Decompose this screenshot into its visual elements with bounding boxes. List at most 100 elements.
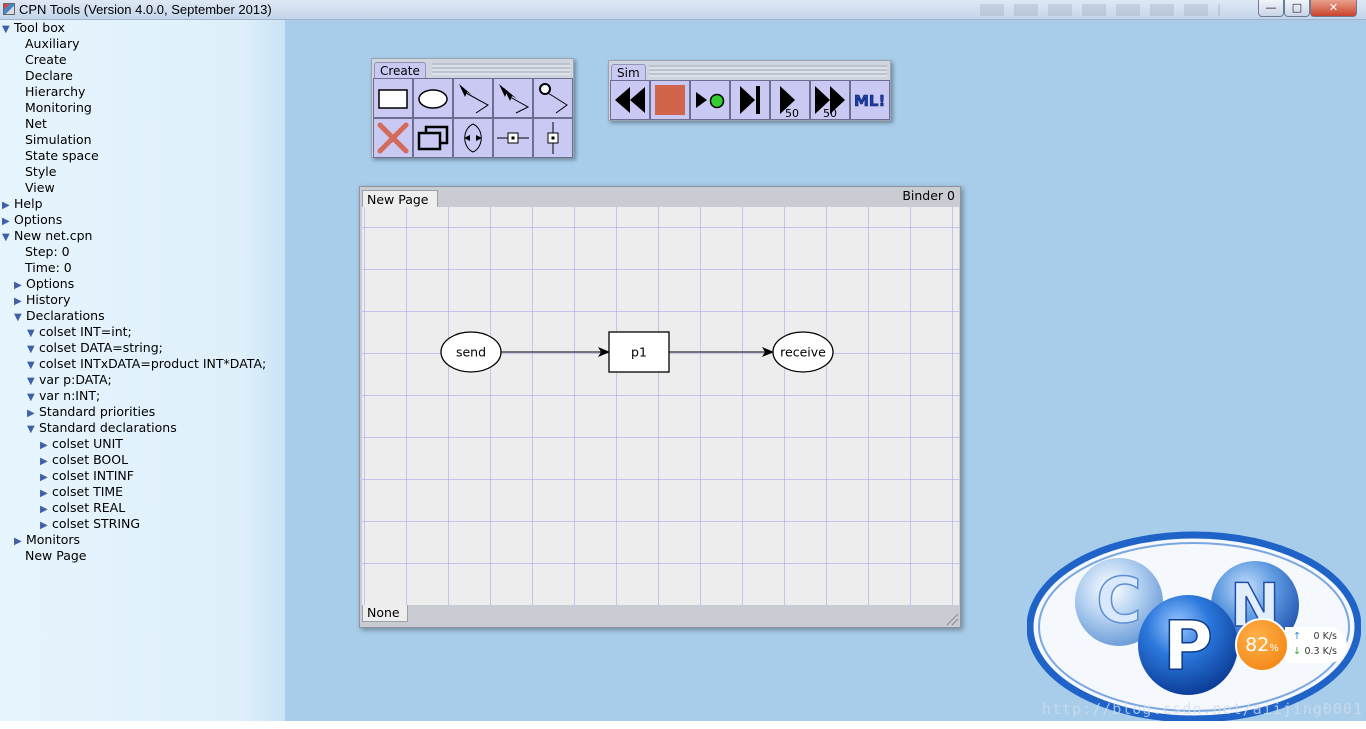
vertical-guide-icon [547, 122, 559, 154]
tree-monitors[interactable]: ▶ Monitors [14, 532, 80, 548]
download-rate: 0.3 K/s [1304, 646, 1337, 657]
tree-history[interactable]: ▶ History [14, 292, 70, 308]
page-tab[interactable]: New Page [362, 190, 438, 208]
arc-tool[interactable] [453, 78, 493, 118]
ml-evaluate-tool[interactable]: ML! [850, 80, 890, 120]
palette-drag-handle[interactable] [432, 63, 570, 75]
create-palette-tab[interactable]: Create [374, 62, 426, 78]
tree-std-decl[interactable]: ▶ colset TIME [40, 484, 123, 500]
download-arrow-icon: ↓ [1293, 646, 1301, 657]
usage-badge[interactable]: 82% [1235, 618, 1289, 672]
tree-standard-declarations[interactable]: ▼ Standard declarations [27, 420, 177, 436]
app-icon [3, 3, 15, 15]
rewind-tool[interactable] [610, 80, 650, 120]
vertex-tool[interactable] [533, 78, 573, 118]
tree-declaration[interactable]: ▼ colset INTxDATA=product INT*DATA; [27, 356, 266, 372]
tree-declaration[interactable]: ▼ colset INT=int; [27, 324, 132, 340]
logo-letter-c: C [1096, 564, 1142, 637]
tree-toolbox-item[interactable]: Declare [25, 68, 73, 84]
tree-toolbox-item[interactable]: Auxiliary [25, 36, 80, 52]
ml-label: ML! [854, 92, 885, 110]
step-tool[interactable] [730, 80, 770, 120]
horizontal-guide-tool[interactable] [493, 118, 533, 158]
arc-icon [459, 84, 489, 114]
tree-std-decl[interactable]: ▶ colset INTINF [40, 468, 134, 484]
tree-page[interactable]: New Page [25, 548, 87, 564]
tree-std-decl[interactable]: ▶ colset REAL [40, 500, 125, 516]
place-receive[interactable]: receive [772, 331, 834, 373]
tree-toolbox-item[interactable]: View [25, 180, 55, 196]
tree-declaration[interactable]: ▼ var p:DATA; [27, 372, 112, 388]
binder-window[interactable]: Binder 0 New Page send p1 receive None [359, 186, 961, 628]
resize-grip-icon[interactable] [945, 612, 959, 626]
sim-palette[interactable]: Sim 50 50 ML! [608, 60, 891, 121]
tree-toolbox-item[interactable]: State space [25, 148, 99, 164]
watermark-url: http://blog.csdn.net/aiijing0001 [1042, 700, 1363, 718]
tree-options[interactable]: ▶ Options [2, 212, 62, 228]
palette-drag-handle[interactable] [649, 65, 887, 77]
tree-std-decl[interactable]: ▶ colset UNIT [40, 436, 123, 452]
play-single-icon [696, 92, 725, 109]
clone-tool[interactable] [413, 118, 453, 158]
reverse-arc-tool[interactable] [453, 118, 493, 158]
logo-letter-p: P [1163, 607, 1213, 686]
tree-toolbox[interactable]: ▼ Tool box [2, 20, 65, 36]
expanded-arrow-icon: ▼ [14, 312, 22, 323]
tree-help[interactable]: ▶ Help [2, 196, 43, 212]
rectangle-tool[interactable] [373, 78, 413, 118]
tree-std-decl[interactable]: ▶ colset BOOL [40, 452, 128, 468]
minimize-button[interactable]: — [1258, 0, 1284, 17]
place-send[interactable]: send [440, 331, 502, 373]
play-n-tool[interactable]: 50 [770, 80, 810, 120]
ellipse-tool[interactable] [413, 78, 453, 118]
sim-palette-tab[interactable]: Sim [611, 64, 646, 80]
double-arc-tool[interactable] [493, 78, 533, 118]
maximize-button[interactable]: □ [1284, 0, 1310, 17]
tree-declaration[interactable]: ▼ var n:INT; [27, 388, 100, 404]
reverse-arc-icon [464, 123, 482, 153]
vertex-icon [539, 83, 568, 114]
delete-tool[interactable] [373, 118, 413, 158]
expanded-arrow-icon: ▼ [2, 232, 10, 243]
tree-toolbox-item[interactable]: Create [25, 52, 67, 68]
tree-toolbox-item[interactable]: Style [25, 164, 56, 180]
tree-toolbox-item[interactable]: Simulation [25, 132, 92, 148]
title-bar-blurred-content [980, 4, 1220, 16]
vertical-guide-tool[interactable] [533, 118, 573, 158]
tree-net[interactable]: ▼ New net.cpn [2, 228, 92, 244]
net-canvas[interactable]: send p1 receive [362, 207, 959, 605]
bottom-strip [0, 721, 1366, 729]
title-bar: CPN Tools (Version 4.0.0, September 2013… [0, 0, 1366, 20]
ml-evaluate-icon: ML! [854, 92, 886, 111]
tree-toolbox-item[interactable]: Net [25, 116, 47, 132]
place-label: receive [780, 345, 826, 360]
expanded-arrow-icon: ▼ [2, 24, 10, 35]
tree-declaration[interactable]: ▼ colset DATA=string; [27, 340, 163, 356]
tree-toolbox-item[interactable]: Hierarchy [25, 84, 85, 100]
network-speed-widget[interactable]: ↑ 0 K/s ↓ 0.3 K/s 82% [1235, 618, 1349, 672]
transition-label: p1 [631, 345, 647, 360]
ellipse-icon [418, 89, 448, 109]
transition-p1[interactable]: p1 [608, 331, 670, 373]
window-title: CPN Tools (Version 4.0.0, September 2013… [19, 2, 272, 17]
status-tab[interactable]: None [362, 605, 408, 622]
index-panel: ▼ Tool box Auxiliary Create Declare Hiera… [0, 20, 285, 721]
stop-tool[interactable] [650, 80, 690, 120]
create-palette[interactable]: Create [371, 58, 574, 158]
fast-forward-icon: 50 [815, 86, 845, 119]
tree-std-decl[interactable]: ▶ colset STRING [40, 516, 140, 532]
binder-title: Binder 0 [902, 188, 955, 203]
tree-declarations[interactable]: ▼ Declarations [14, 308, 105, 324]
tree-net-options[interactable]: ▶ Options [14, 276, 74, 292]
net-diagram[interactable]: send p1 receive [362, 207, 959, 605]
tree-standard-priorities[interactable]: ▶ Standard priorities [27, 404, 155, 420]
usage-percent: 82 [1245, 634, 1270, 656]
tree-time: Time: 0 [25, 260, 72, 275]
fast-forward-tool[interactable]: 50 [810, 80, 850, 120]
close-button[interactable]: ✕ [1310, 0, 1357, 17]
step-icon [740, 86, 760, 114]
rewind-icon [615, 87, 645, 113]
speed-panel: ↑ 0 K/s ↓ 0.3 K/s [1285, 627, 1347, 663]
play-single-tool[interactable] [690, 80, 730, 120]
tree-toolbox-item[interactable]: Monitoring [25, 100, 92, 116]
